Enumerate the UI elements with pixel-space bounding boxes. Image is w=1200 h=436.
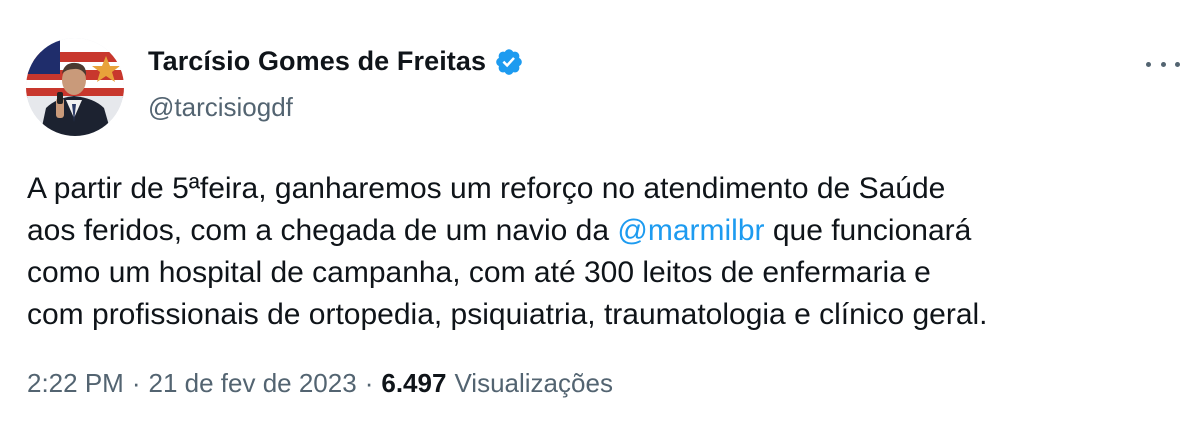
meta-separator: · bbox=[131, 368, 141, 398]
tweet-time[interactable]: 2:22 PM bbox=[27, 368, 124, 399]
more-dot bbox=[1160, 61, 1166, 67]
more-options-icon[interactable] bbox=[1146, 52, 1180, 76]
meta-separator: · bbox=[364, 368, 374, 398]
tweet-line: aos feridos, com a chegada de um navio d… bbox=[27, 210, 1187, 252]
tweet-text-segment: aos feridos, com a chegada de um navio d… bbox=[27, 214, 618, 247]
tweet-meta: 2:22 PM · 21 de fev de 2023 · 6.497 Visu… bbox=[27, 368, 613, 399]
verified-badge-icon bbox=[494, 47, 524, 77]
tweet-line: com profissionais de ortopedia, psiquiat… bbox=[27, 298, 988, 331]
avatar[interactable] bbox=[26, 38, 124, 136]
author-name-row: Tarcísio Gomes de Freitas bbox=[148, 46, 524, 77]
tweet-date[interactable]: 21 de fev de 2023 bbox=[149, 368, 357, 399]
tweet-line: como um hospital de campanha, com até 30… bbox=[27, 256, 931, 289]
more-dot bbox=[1175, 61, 1180, 67]
views-count: 6.497 bbox=[381, 368, 447, 398]
avatar-image bbox=[26, 38, 124, 136]
tweet: Tarcísio Gomes de Freitas @tarcisiogdf A… bbox=[0, 0, 1200, 436]
tweet-text: A partir de 5ªfeira, ganharemos um refor… bbox=[27, 168, 1187, 336]
views-label: Visualizações bbox=[454, 368, 613, 398]
author-handle[interactable]: @tarcisiogdf bbox=[148, 92, 293, 123]
author-name[interactable]: Tarcísio Gomes de Freitas bbox=[148, 46, 486, 77]
mention-link[interactable]: @marmilbr bbox=[617, 214, 764, 247]
tweet-text-segment: que funcionará bbox=[764, 214, 972, 247]
tweet-line: A partir de 5ªfeira, ganharemos um refor… bbox=[27, 172, 946, 205]
more-dot bbox=[1146, 61, 1151, 67]
